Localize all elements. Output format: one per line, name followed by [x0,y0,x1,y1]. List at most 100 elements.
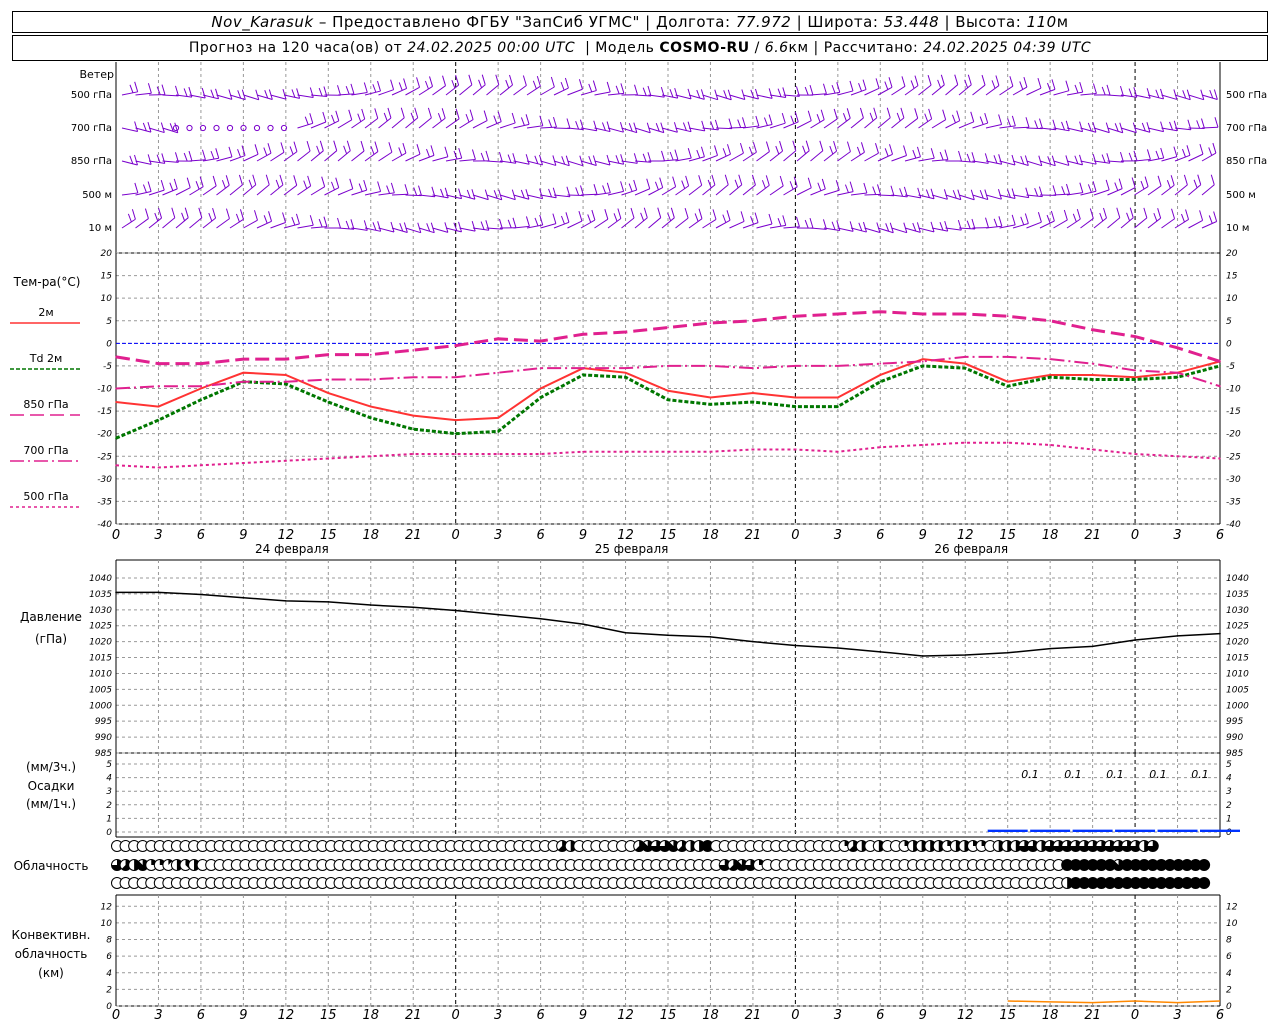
wind-barb-feather [698,208,703,219]
wind-barb-feather [303,180,308,189]
precip-unit3: (мм/3ч.) [25,760,77,774]
temp-point-2 [837,313,839,315]
pressure-ytick-left: 1010 [89,669,112,679]
temp-point-2 [964,313,967,315]
temp-point-0 [115,401,117,403]
wind-barb-feather [1140,180,1145,190]
wind-barb-feather [944,220,949,232]
wind-barb-feather [642,87,647,96]
wind-barb-feather [1160,88,1164,100]
wind-barb-shaft [135,218,149,229]
wind-barb-feather [1099,212,1104,222]
wind-barb-shaft [999,125,1016,129]
wind-barb-feather [398,147,403,156]
temp-point-2 [879,310,882,313]
wind-barb-feather [426,148,430,158]
wind-barb-feather [471,221,476,232]
pressure-point [1176,635,1179,637]
wind-barb-feather [184,207,189,218]
temp-point-2 [794,315,797,318]
wind-barb-feather [403,78,408,89]
wind-barb-feather [588,83,593,93]
wind-barb-feather [291,216,296,226]
pressure-point [497,613,499,616]
wind-barb-feather [1037,212,1042,223]
legend-700-label: 700 гПа [23,444,69,457]
wind-barb-feather [252,174,257,185]
wind-barb-feather [1092,154,1097,165]
temp-ytick-right: -30 [1226,475,1241,485]
wind-barb-feather [321,176,326,187]
wind-barb-feather [550,76,555,88]
wind-barb-feather [928,108,933,120]
wind-barb-feather [363,82,368,93]
pressure-ytick-right: 1010 [1226,669,1249,679]
wind-barb-feather [1011,214,1016,226]
wind-barb-feather [552,155,557,166]
wind-barb-shaft [904,117,919,129]
wind-barb-feather [1153,212,1158,222]
wind-barb-feather [831,84,836,94]
wind-barb-feather [1092,83,1097,94]
cloud-fill [1198,859,1210,871]
temp-hour-label: 9 [579,528,587,543]
wind-barb-feather [901,76,906,87]
temp-point-0 [242,371,245,374]
wind-barb-feather [539,154,543,166]
wind-barb-feather [819,140,824,151]
wind-barb-feather [295,213,300,225]
wind-barb-shaft [1053,219,1068,229]
wind-barb-shaft [702,184,716,196]
wind-barb-feather [793,176,798,187]
pressure-point [157,591,160,594]
wind-barb-shaft [256,94,273,101]
wind-barb-feather [646,178,651,189]
temp-point-4 [1006,441,1009,444]
pressure-ytick-left: 985 [95,749,112,759]
wind-barb-shaft [850,117,864,129]
wind-barb-shaft [783,150,797,162]
wind-barb-feather [507,219,512,229]
wind-barb-feather [606,121,611,132]
wind-level-right: 500 м [1226,190,1256,201]
wind-barb-feather [606,154,611,166]
wind-barb-feather [858,222,863,232]
temp-point-1 [624,376,627,379]
wind-barb-shaft [1120,217,1134,229]
pressure-point [327,601,330,603]
temp-point-4 [921,444,924,446]
wind-barb-feather [1101,86,1106,96]
temp-ytick-right: 5 [1226,317,1232,327]
wind-barb-feather [525,154,530,165]
wind-barb-feather [1197,174,1202,185]
wind-barb-feather [1160,121,1165,132]
conv-ytick-right: 6 [1226,952,1232,962]
wind-barb-shaft [1053,160,1070,166]
temp-hour-label: 0 [112,528,120,543]
wind-barb-feather [289,146,294,155]
wind-barb-shaft [148,160,165,164]
wind-barb-feather [849,181,854,192]
wind-barb-feather [670,207,675,218]
wind-barb-feather [930,188,935,199]
wind-barb-feather [275,179,280,189]
pressure-point [794,644,797,647]
temp-point-1 [1049,376,1051,379]
wind-barb-shaft [729,184,743,196]
wind-barb-feather [1087,184,1092,193]
wind-barb-shaft [405,117,419,129]
wind-barb-feather [966,220,971,229]
wind-barb-feather [390,182,395,194]
wind-barb-feather [593,120,598,131]
wind-barb-feather [1196,120,1201,129]
wind-barb-feather [306,140,311,152]
wind-barb-feather [1020,216,1025,226]
cloud-fill [1198,877,1210,889]
wind-barb-feather [201,87,206,99]
wind-barb-shaft [729,94,745,100]
temp-point-0 [412,414,415,417]
wind-barb-feather [156,154,161,163]
wind-barb-feather [685,175,690,187]
temp-point-1 [1134,378,1136,381]
wind-barb-feather [413,187,418,196]
